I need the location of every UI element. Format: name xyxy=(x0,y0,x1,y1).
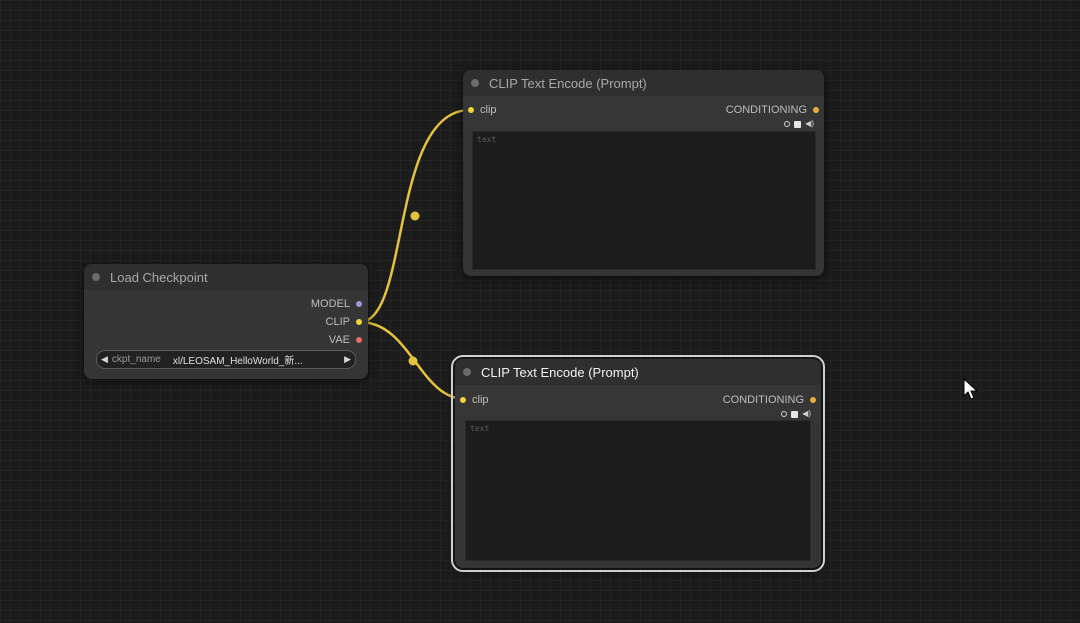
node-header[interactable]: Load Checkpoint xyxy=(84,264,368,290)
text-placeholder: text xyxy=(477,135,497,144)
output-model-label: MODEL xyxy=(310,298,350,310)
checkbox-icon[interactable] xyxy=(791,410,799,418)
input-clip[interactable]: clip xyxy=(468,102,497,118)
output-vae-label: VAE xyxy=(328,334,350,346)
ckpt-name-label: ckpt_name xyxy=(111,354,161,365)
output-clip-label: CLIP xyxy=(325,316,350,328)
output-conditioning[interactable]: CONDITIONING xyxy=(723,392,816,408)
clip-input-slot-icon[interactable] xyxy=(468,107,474,113)
input-clip-label: clip xyxy=(480,104,497,116)
right-arrow-icon[interactable]: ▶ xyxy=(340,354,355,365)
output-conditioning[interactable]: CONDITIONING xyxy=(726,102,819,118)
node-title: Load Checkpoint xyxy=(110,269,208,285)
output-model[interactable]: MODEL xyxy=(311,296,362,312)
output-clip[interactable]: CLIP xyxy=(326,314,362,330)
ckpt-name-combo[interactable]: ◀ ckpt_name xl/LEOSAM_HelloWorld_新... ▶ xyxy=(96,350,356,369)
collapse-dot-icon[interactable] xyxy=(92,273,100,281)
speaker-icon[interactable]: ◀) xyxy=(805,120,814,128)
collapse-dot-icon[interactable] xyxy=(471,79,479,87)
checkbox-icon[interactable] xyxy=(794,120,802,128)
input-clip-label: clip xyxy=(472,394,489,406)
input-clip[interactable]: clip xyxy=(460,392,489,408)
text-placeholder: text xyxy=(470,424,490,433)
graph-canvas[interactable]: Load Checkpoint MODEL CLIP VAE ◀ ckpt_na… xyxy=(0,0,1080,623)
clip-slot-icon[interactable] xyxy=(356,319,362,325)
collapse-dot-icon[interactable] xyxy=(463,368,471,376)
bypass-circle-icon[interactable] xyxy=(781,411,788,417)
text-input[interactable]: text xyxy=(465,420,811,561)
bypass-circle-icon[interactable] xyxy=(784,121,791,127)
node-header[interactable]: CLIP Text Encode (Prompt) xyxy=(463,70,824,96)
left-arrow-icon[interactable]: ◀ xyxy=(97,354,112,365)
node-toolbar: ◀) xyxy=(784,120,814,128)
node-title: CLIP Text Encode (Prompt) xyxy=(481,364,639,380)
node-title: CLIP Text Encode (Prompt) xyxy=(489,75,647,91)
speaker-icon[interactable]: ◀) xyxy=(802,410,811,418)
output-vae[interactable]: VAE xyxy=(329,332,362,348)
node-header[interactable]: CLIP Text Encode (Prompt) xyxy=(455,359,821,385)
ckpt-name-value: xl/LEOSAM_HelloWorld_新... xyxy=(172,356,303,367)
node-toolbar: ◀) xyxy=(781,410,811,418)
clip-input-slot-icon[interactable] xyxy=(460,397,466,403)
vae-slot-icon[interactable] xyxy=(356,337,362,343)
output-conditioning-label: CONDITIONING xyxy=(725,104,807,116)
conditioning-slot-icon[interactable] xyxy=(813,107,819,113)
output-conditioning-label: CONDITIONING xyxy=(722,394,804,406)
text-input[interactable]: text xyxy=(472,131,816,270)
mouse-cursor-icon xyxy=(963,378,979,400)
model-slot-icon[interactable] xyxy=(356,301,362,307)
load-checkpoint-node[interactable]: Load Checkpoint MODEL CLIP VAE ◀ ckpt_na… xyxy=(84,264,368,379)
clip-text-encode-node-bottom[interactable]: CLIP Text Encode (Prompt) clip CONDITION… xyxy=(451,355,825,572)
clip-link-bottom-midpoint xyxy=(408,356,418,366)
clip-link-top-midpoint xyxy=(410,211,420,221)
conditioning-slot-icon[interactable] xyxy=(810,397,816,403)
clip-text-encode-node-top[interactable]: CLIP Text Encode (Prompt) clip CONDITION… xyxy=(463,70,824,276)
